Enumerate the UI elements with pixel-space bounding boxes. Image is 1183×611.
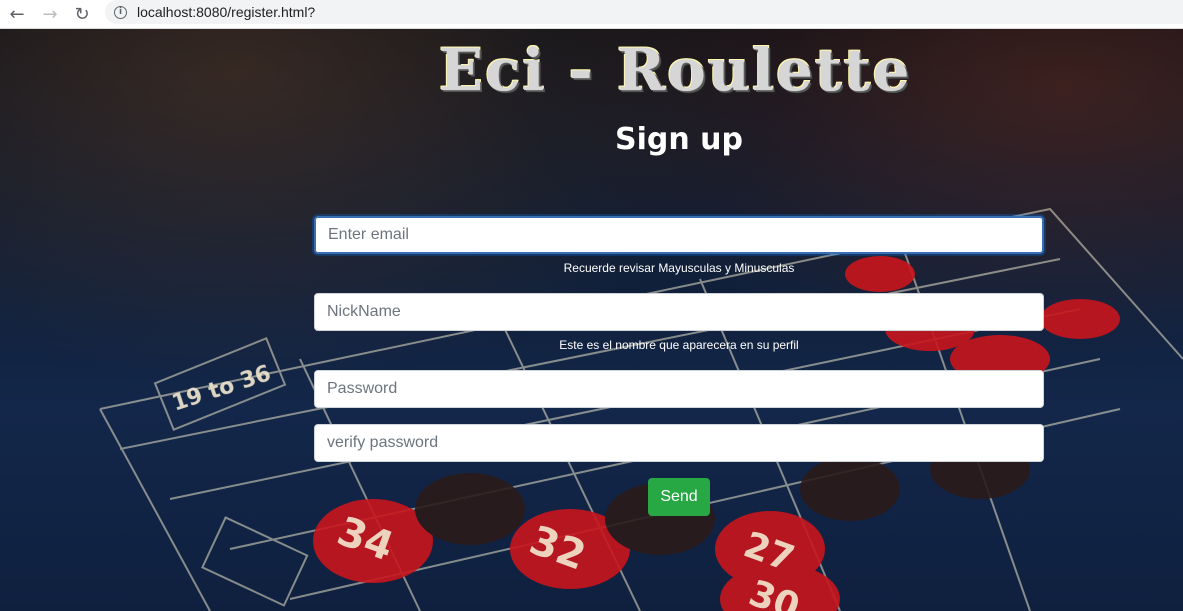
verify-password-input[interactable]: [314, 424, 1044, 462]
send-button[interactable]: Send: [648, 478, 710, 516]
nickname-input[interactable]: [314, 293, 1044, 331]
svg-text:19 to 36: 19 to 36: [169, 361, 274, 416]
browser-toolbar: ← → ↻ i localhost:8080/register.html?: [0, 0, 1183, 29]
url-text[interactable]: localhost:8080/register.html?: [137, 4, 315, 20]
page-title: Sign up: [615, 122, 743, 157]
password-input[interactable]: [314, 370, 1044, 408]
info-icon[interactable]: i: [114, 5, 127, 19]
site-logo: Eci - Roulette: [438, 35, 912, 105]
email-help-text: Recuerde revisar Mayusculas y Minusculas: [563, 261, 795, 275]
nickname-help-text: Este es el nombre que aparecera en su pe…: [559, 338, 799, 352]
page-background: 34 32 27 30 19 to 36 Eci - Roulette Sign…: [0, 29, 1183, 611]
back-arrow-icon[interactable]: ←: [5, 2, 29, 26]
forward-arrow-icon[interactable]: →: [38, 2, 62, 26]
reload-icon[interactable]: ↻: [70, 2, 94, 26]
address-bar[interactable]: i localhost:8080/register.html?: [105, 0, 1183, 24]
email-input[interactable]: [314, 216, 1044, 254]
logo-text: Eci - Roulette: [438, 36, 912, 104]
